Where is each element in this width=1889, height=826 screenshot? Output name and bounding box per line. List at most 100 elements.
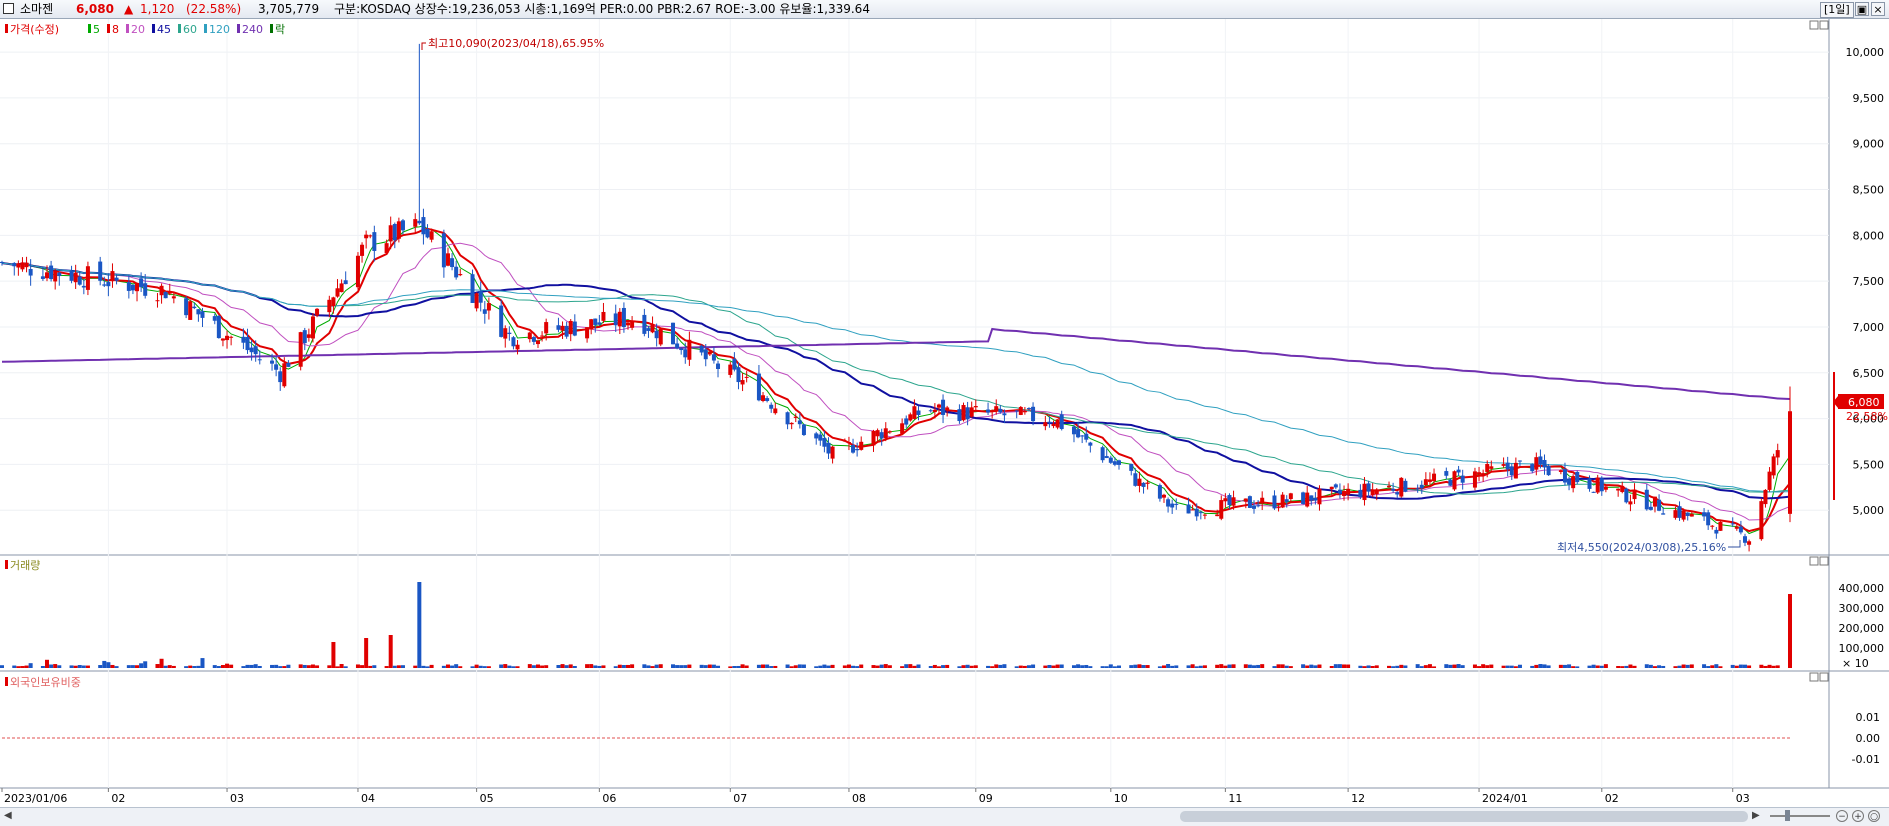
volume-bar [1706, 666, 1711, 668]
volume-panel-label: 거래량 [10, 559, 40, 572]
restore-icon[interactable]: ▣ [1855, 2, 1869, 16]
candle-body [1562, 469, 1567, 483]
volume-bar [0, 665, 4, 668]
volume-bar [593, 665, 598, 668]
candle-body [842, 440, 847, 442]
volume-bar [1161, 665, 1166, 668]
volume-bar [1771, 665, 1776, 668]
candle-body [417, 220, 422, 224]
candle-body [1247, 496, 1252, 508]
candle-body [364, 234, 369, 239]
volume-bar [1080, 665, 1085, 668]
volume-bar [1059, 664, 1064, 668]
zoom-reset-icon[interactable]: ○ [1868, 810, 1880, 822]
candle-body [143, 283, 148, 296]
candle-body [1530, 464, 1535, 472]
volume-bar [585, 664, 590, 668]
legend-ma-swatch [204, 24, 207, 33]
volume-bar [1788, 594, 1792, 668]
volume-bar [1587, 665, 1592, 668]
volume-bar [331, 642, 336, 668]
volume-bar [1305, 665, 1310, 668]
candle-body [1714, 529, 1719, 534]
volume-bar [368, 665, 373, 668]
candle-body [1186, 504, 1191, 514]
scroll-right-icon[interactable]: ▶ [1752, 810, 1760, 821]
candle-body [392, 223, 397, 241]
candle-body [679, 348, 684, 351]
candle-body [450, 258, 455, 268]
volume-bar [396, 665, 401, 668]
volume-bar [912, 665, 917, 668]
candle-body [941, 399, 946, 415]
select-checkbox[interactable] [3, 3, 14, 14]
volume-bar [49, 664, 54, 668]
volume-bar [801, 664, 806, 668]
volume-bar [818, 665, 823, 668]
volume-bar [425, 666, 430, 668]
candle-body [630, 321, 635, 328]
candle-body [98, 261, 103, 281]
price-tick-label: 8,000 [1853, 229, 1885, 242]
price-tick-label: 10,000 [1846, 46, 1885, 59]
candle-body [527, 332, 532, 340]
candle-body [1718, 521, 1723, 531]
candle-body [458, 274, 463, 276]
zoom-slider[interactable] [1770, 815, 1830, 817]
volume-bar [1730, 664, 1735, 668]
volume-bar [1759, 664, 1764, 668]
candle-body [77, 276, 82, 285]
candle-body [441, 233, 446, 268]
candle-body [572, 321, 577, 336]
candle-body [1252, 505, 1257, 509]
horizontal-scrollbar[interactable]: ◀ ▶ − + ○ [0, 807, 1889, 826]
candle-body [617, 311, 622, 327]
volume-bar [671, 664, 676, 668]
candle-body [761, 395, 766, 401]
close-icon[interactable]: × [1871, 2, 1885, 16]
volume-bar [887, 665, 892, 668]
candle-body [220, 338, 225, 341]
volume-bar [1558, 664, 1563, 668]
volume-bar [932, 664, 937, 668]
volume-bar [1472, 664, 1477, 668]
zoom-out-icon[interactable]: − [1836, 810, 1848, 822]
zoom-in-icon[interactable]: + [1852, 810, 1864, 822]
volume-bar [1530, 665, 1535, 668]
candle-body [1313, 497, 1318, 501]
candle-body [1747, 541, 1752, 545]
volume-bar [1141, 665, 1146, 668]
candle-body [1501, 464, 1506, 466]
volume-bar [200, 658, 205, 668]
candle-body [589, 319, 594, 330]
volume-bar [159, 658, 164, 668]
candle-body [1517, 460, 1522, 462]
scroll-thumb[interactable] [1180, 811, 1748, 822]
volume-bar [1301, 664, 1306, 668]
candle-body [102, 284, 107, 286]
scroll-left-icon[interactable]: ◀ [4, 810, 12, 821]
candle-body [1652, 496, 1657, 507]
volume-bar [941, 665, 946, 668]
volume-bar [1775, 665, 1780, 668]
period-button[interactable]: [1일] [1820, 2, 1854, 18]
candle-body [1088, 442, 1093, 446]
volume-bar [1076, 664, 1081, 668]
candle-body [1395, 492, 1400, 495]
candle-body [765, 398, 770, 401]
volume-bar [1309, 664, 1314, 668]
candle-body [728, 364, 733, 375]
zoom-slider-knob[interactable] [1785, 810, 1790, 821]
volume-bar [1747, 665, 1752, 668]
volume-bar [220, 664, 225, 668]
volume-bar [102, 660, 107, 668]
volume-bar [642, 664, 647, 668]
x-tick-label: 09 [979, 792, 993, 805]
x-tick-label: 08 [852, 792, 866, 805]
candle-body [1624, 488, 1629, 503]
volume-bar [73, 665, 78, 668]
volume-bar [1763, 665, 1768, 668]
candle-body [756, 373, 761, 401]
volume-tick-label: 200,000 [1839, 622, 1885, 635]
candle-body [425, 228, 430, 238]
